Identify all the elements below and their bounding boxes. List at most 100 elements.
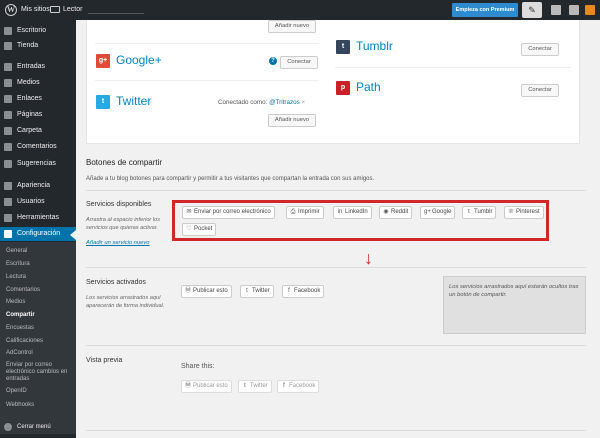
submenu-item-comentarios[interactable]: Comentarios <box>6 287 74 294</box>
sidebar-item-escritorio[interactable]: Escritorio <box>0 24 76 38</box>
help-icon[interactable]: ? <box>269 57 277 65</box>
share-button-label: Reddit <box>391 209 409 215</box>
sidebar-item-carpeta[interactable]: Carpeta <box>0 124 76 138</box>
sidebar-item-configuracion[interactable]: Configuración <box>0 227 76 241</box>
share-button-label: Facebook <box>294 288 321 294</box>
tools-icon <box>4 214 12 222</box>
main-content: Añadir nuevo g+ Google+ ? Conectar t Twi… <box>76 20 600 438</box>
hidden-zone-text: Los servicios arrastrados aquí estarán o… <box>449 284 579 298</box>
sidebar-item-usuarios[interactable]: Usuarios <box>0 195 76 209</box>
notifications-icon[interactable] <box>569 5 579 15</box>
tumblr-connect-button[interactable]: Conectar <box>521 43 559 56</box>
share-button-reddit[interactable]: ◉ Reddit <box>379 206 413 219</box>
admin-sidebar: Escritorio Tienda Entradas Medios Enlace… <box>0 20 76 438</box>
sidebar-item-apariencia[interactable]: Apariencia <box>0 179 76 193</box>
site-name-blank[interactable] <box>88 6 144 14</box>
share-button-label: Facebook <box>289 383 316 389</box>
share-button-google[interactable]: g+Google <box>420 206 456 219</box>
share-button-label: LinkedIn <box>345 209 368 215</box>
divider <box>86 267 586 268</box>
share-button-label: Enviar por correo electrónico <box>194 209 271 215</box>
sharing-buttons-title: Botones de compartir <box>86 158 163 167</box>
sidebar-item-paginas[interactable]: Páginas <box>0 108 76 122</box>
share-button-tumblr[interactable]: t Tumblr <box>462 206 497 219</box>
remove-connection-icon[interactable]: × <box>302 99 306 106</box>
share-button-label: Twitter <box>250 383 268 389</box>
preview-button-publicar[interactable]: Ⓦ Publicar esto <box>181 380 232 393</box>
available-services-desc: Arrastra al espacio inferior los servici… <box>86 217 160 231</box>
reader-icon[interactable] <box>50 6 60 13</box>
enabled-button-twitter[interactable]: t Twitter <box>240 285 274 298</box>
preview-button-twitter[interactable]: t Twitter <box>238 380 272 393</box>
submenu-item-calificaciones[interactable]: Calificaciones <box>6 338 74 345</box>
share-button-label: Publicar esto <box>193 288 228 294</box>
sidebar-item-entradas[interactable]: Entradas <box>0 60 76 74</box>
google-plus-connect-button[interactable]: Conectar <box>280 56 318 69</box>
alerts-icon[interactable] <box>585 5 595 15</box>
pin-icon <box>4 63 12 71</box>
google-plus-name: Google+ <box>116 53 162 67</box>
share-button-label: Publicar esto <box>193 383 228 389</box>
sidebar-item-label: Apariencia <box>17 182 51 189</box>
submenu-item-webhooks[interactable]: Webhooks <box>6 402 74 409</box>
path-connect-button[interactable]: Conectar <box>521 84 559 97</box>
collapse-label: Cerrar menú <box>17 424 51 430</box>
sidebar-item-label: Medios <box>17 79 40 86</box>
collapse-icon <box>4 423 12 431</box>
admin-bar: W Mis sitios Lector Empieza con Premium … <box>0 0 600 20</box>
twitter-connected-as: Conectado como: @Tritrazos × <box>218 99 305 106</box>
avatar[interactable] <box>551 5 561 15</box>
share-button-email[interactable]: ✉ Enviar por correo electrónico <box>182 206 275 219</box>
submenu-item-escritura[interactable]: Escritura <box>6 261 74 268</box>
google-plus-icon: g+ <box>96 54 110 68</box>
wordpress-logo-icon[interactable]: W <box>5 4 17 16</box>
preview-button-facebook[interactable]: f Facebook <box>277 380 320 393</box>
submenu-item-general[interactable]: General <box>6 248 74 255</box>
sidebar-item-label: Enlaces <box>17 95 42 102</box>
sidebar-item-sugerencias[interactable]: Sugerencias <box>0 157 76 171</box>
share-button-print[interactable]: ⎙ Imprimir <box>286 206 324 219</box>
sidebar-item-label: Tienda <box>17 42 39 49</box>
preview-title: Vista previa <box>86 357 123 364</box>
submenu-item-compartir[interactable]: Compartir <box>6 312 74 319</box>
enabled-button-facebook[interactable]: f Facebook <box>282 285 325 298</box>
twitter-handle-link[interactable]: @Tritrazos <box>269 99 300 106</box>
tumblr-icon: t <box>468 209 470 215</box>
hidden-services-drop-zone[interactable]: Los servicios arrastrados aquí estarán o… <box>443 276 586 334</box>
add-new-service-link[interactable]: Añadir un servicio nuevo <box>86 240 149 246</box>
share-button-pinterest[interactable]: ℗ Pinterest <box>504 206 544 219</box>
sidebar-item-tienda[interactable]: Tienda <box>0 39 76 53</box>
sidebar-item-comentarios[interactable]: Comentarios <box>0 140 76 154</box>
share-button-label: Twitter <box>252 288 270 294</box>
premium-button[interactable]: Empieza con Premium <box>452 3 518 17</box>
share-button-linkedin[interactable]: in LinkedIn <box>333 206 372 219</box>
pencil-icon: ✎ <box>528 5 536 15</box>
settings-icon <box>4 230 12 238</box>
reader-link[interactable]: Lector <box>63 0 82 20</box>
write-button[interactable]: ✎ <box>522 2 542 18</box>
enabled-button-publicar[interactable]: Ⓦ Publicar esto <box>181 285 232 298</box>
submenu-item-openid[interactable]: OpenID <box>6 388 74 395</box>
submenu-item-encuestas[interactable]: Encuestas <box>6 325 74 332</box>
sidebar-item-herramientas[interactable]: Herramientas <box>0 211 76 225</box>
add-new-button-top[interactable]: Añadir nuevo <box>268 20 316 33</box>
users-icon <box>4 198 12 206</box>
wordpress-icon: Ⓦ <box>185 288 192 294</box>
submenu-item-lectura[interactable]: Lectura <box>6 274 74 281</box>
submenu-item-medios[interactable]: Medios <box>6 299 74 306</box>
share-button-label: Google <box>432 209 452 215</box>
collapse-menu-button[interactable]: Cerrar menú <box>0 420 76 434</box>
facebook-icon: f <box>283 383 285 389</box>
twitter-icon: t <box>96 95 110 109</box>
sidebar-item-medios[interactable]: Medios <box>0 76 76 90</box>
twitter-add-new-button[interactable]: Añadir nuevo <box>268 114 316 127</box>
sidebar-item-enlaces[interactable]: Enlaces <box>0 92 76 106</box>
submenu-item-adcontrol[interactable]: AdControl <box>6 350 74 357</box>
red-down-arrow-icon: ↓ <box>364 248 373 268</box>
publicize-connections-card: Añadir nuevo g+ Google+ ? Conectar t Twi… <box>86 20 580 144</box>
sidebar-item-label: Entradas <box>17 63 46 70</box>
submenu-item-email-changes[interactable]: Enviar por correo electrónico cambios en… <box>6 362 74 383</box>
share-button-pocket[interactable]: ♡ Pocket <box>182 223 217 236</box>
my-sites-link[interactable]: Mis sitios <box>21 0 50 20</box>
share-this-label: Share this: <box>181 363 215 370</box>
